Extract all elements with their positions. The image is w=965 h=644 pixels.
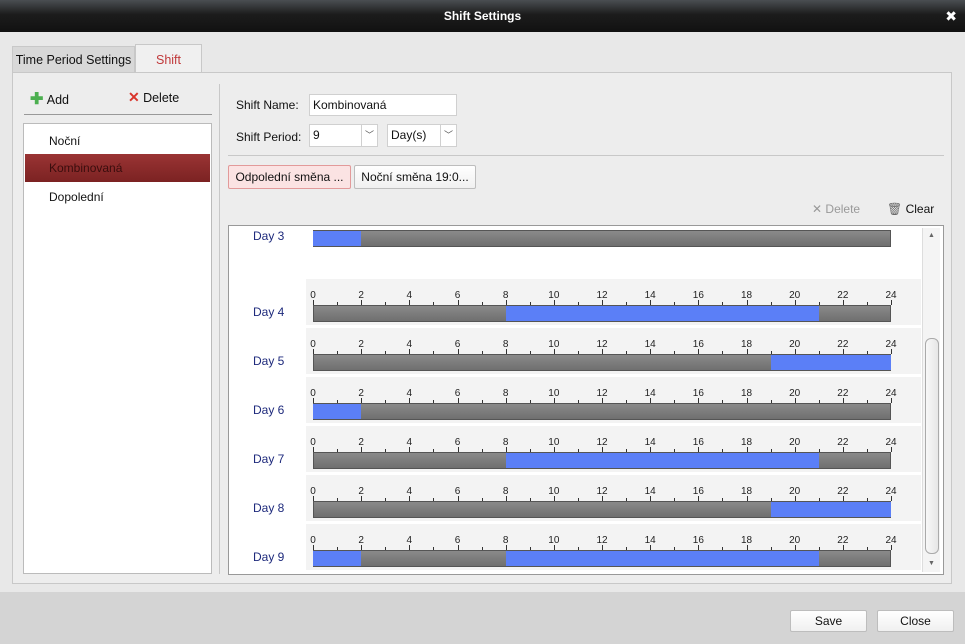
- list-item[interactable]: Noční: [25, 127, 210, 155]
- day-label: Day 8: [253, 501, 285, 515]
- day-label: Day 6: [253, 403, 285, 417]
- shift-name-label: Shift Name:: [236, 98, 299, 112]
- time-bar[interactable]: [313, 452, 891, 469]
- save-button[interactable]: Save: [790, 610, 867, 632]
- divider: [228, 155, 944, 156]
- time-segment[interactable]: [770, 355, 891, 370]
- tab-time-period-settings[interactable]: Time Period Settings: [12, 46, 135, 73]
- clear-label: Clear: [905, 202, 935, 216]
- scroll-down-icon[interactable]: ▼: [928, 560, 935, 567]
- trash-icon: 🗑: [887, 202, 903, 216]
- scrollbar[interactable]: ▲ ▼: [922, 228, 940, 572]
- scroll-up-icon[interactable]: ▲: [928, 232, 935, 239]
- delete-label: Delete: [825, 202, 861, 216]
- time-segment[interactable]: [505, 551, 819, 566]
- time-bar[interactable]: [313, 550, 891, 567]
- tick-mark: [891, 496, 892, 501]
- chevron-down-icon: ﹀: [361, 125, 377, 146]
- time-segment[interactable]: [505, 306, 819, 321]
- period-unit-select[interactable]: Day(s) ﹀: [387, 124, 457, 147]
- time-bar[interactable]: [313, 230, 891, 247]
- tick-mark: [891, 300, 892, 305]
- schedule-area: Day 3 0 2 4 6 8 10 12 14 16 18 20 22 24 Day 4 0 2 4 6 8 10 12…: [228, 225, 944, 575]
- day-label: Day 9: [253, 550, 285, 564]
- time-segment[interactable]: [313, 231, 362, 246]
- day-label: Day 7: [253, 452, 285, 466]
- time-bar[interactable]: [313, 403, 891, 420]
- tick-mark: [891, 545, 892, 550]
- time-bar[interactable]: [313, 305, 891, 322]
- delete-shift-button[interactable]: ✕ Delete: [128, 89, 179, 106]
- x-icon: ✕: [812, 202, 823, 216]
- divider: [24, 114, 212, 115]
- scrollbar-thumb[interactable]: [925, 338, 939, 554]
- period-button-nocni[interactable]: Noční směna 19:0...: [354, 165, 476, 189]
- unit-value: Day(s): [391, 128, 427, 142]
- plus-icon: ✚: [30, 91, 44, 108]
- close-button[interactable]: Close: [877, 610, 954, 632]
- time-segment[interactable]: [770, 502, 891, 517]
- time-segment[interactable]: [505, 453, 819, 468]
- delete-period-button[interactable]: ✕ Delete: [812, 202, 860, 216]
- shift-name-input[interactable]: Kombinovaná: [309, 94, 457, 116]
- time-segment[interactable]: [313, 404, 362, 419]
- time-bar[interactable]: [313, 501, 891, 518]
- close-icon[interactable]: ✖: [945, 0, 957, 32]
- tick-mark: [891, 349, 892, 354]
- divider: [219, 84, 220, 574]
- list-item[interactable]: Kombinovaná: [25, 154, 210, 182]
- x-icon: ✕: [128, 89, 140, 105]
- add-button[interactable]: ✚ Add: [30, 89, 69, 109]
- time-segment[interactable]: [313, 551, 362, 566]
- day-label: Day 3: [253, 229, 285, 243]
- shift-period-select[interactable]: 9 ﹀: [309, 124, 378, 147]
- title-bar: Shift Settings: [0, 0, 965, 32]
- shift-period-label: Shift Period:: [236, 130, 302, 144]
- tick-mark: [891, 398, 892, 403]
- add-label: Add: [46, 93, 69, 107]
- tab-shift[interactable]: Shift: [135, 44, 202, 73]
- delete-label: Delete: [143, 91, 180, 105]
- period-button-odpoledni[interactable]: Odpolední směna ...: [228, 165, 351, 189]
- time-bar[interactable]: [313, 354, 891, 371]
- chevron-down-icon: ﹀: [440, 125, 456, 146]
- shift-list: Noční Kombinovaná Dopolední: [23, 123, 212, 574]
- window-title: Shift Settings: [443, 9, 522, 23]
- period-value: 9: [313, 128, 320, 142]
- tick-mark: [891, 447, 892, 452]
- clear-button[interactable]: 🗑 Clear: [887, 202, 934, 216]
- day-label: Day 5: [253, 354, 285, 368]
- list-item[interactable]: Dopolední: [25, 183, 210, 211]
- day-label: Day 4: [253, 305, 285, 319]
